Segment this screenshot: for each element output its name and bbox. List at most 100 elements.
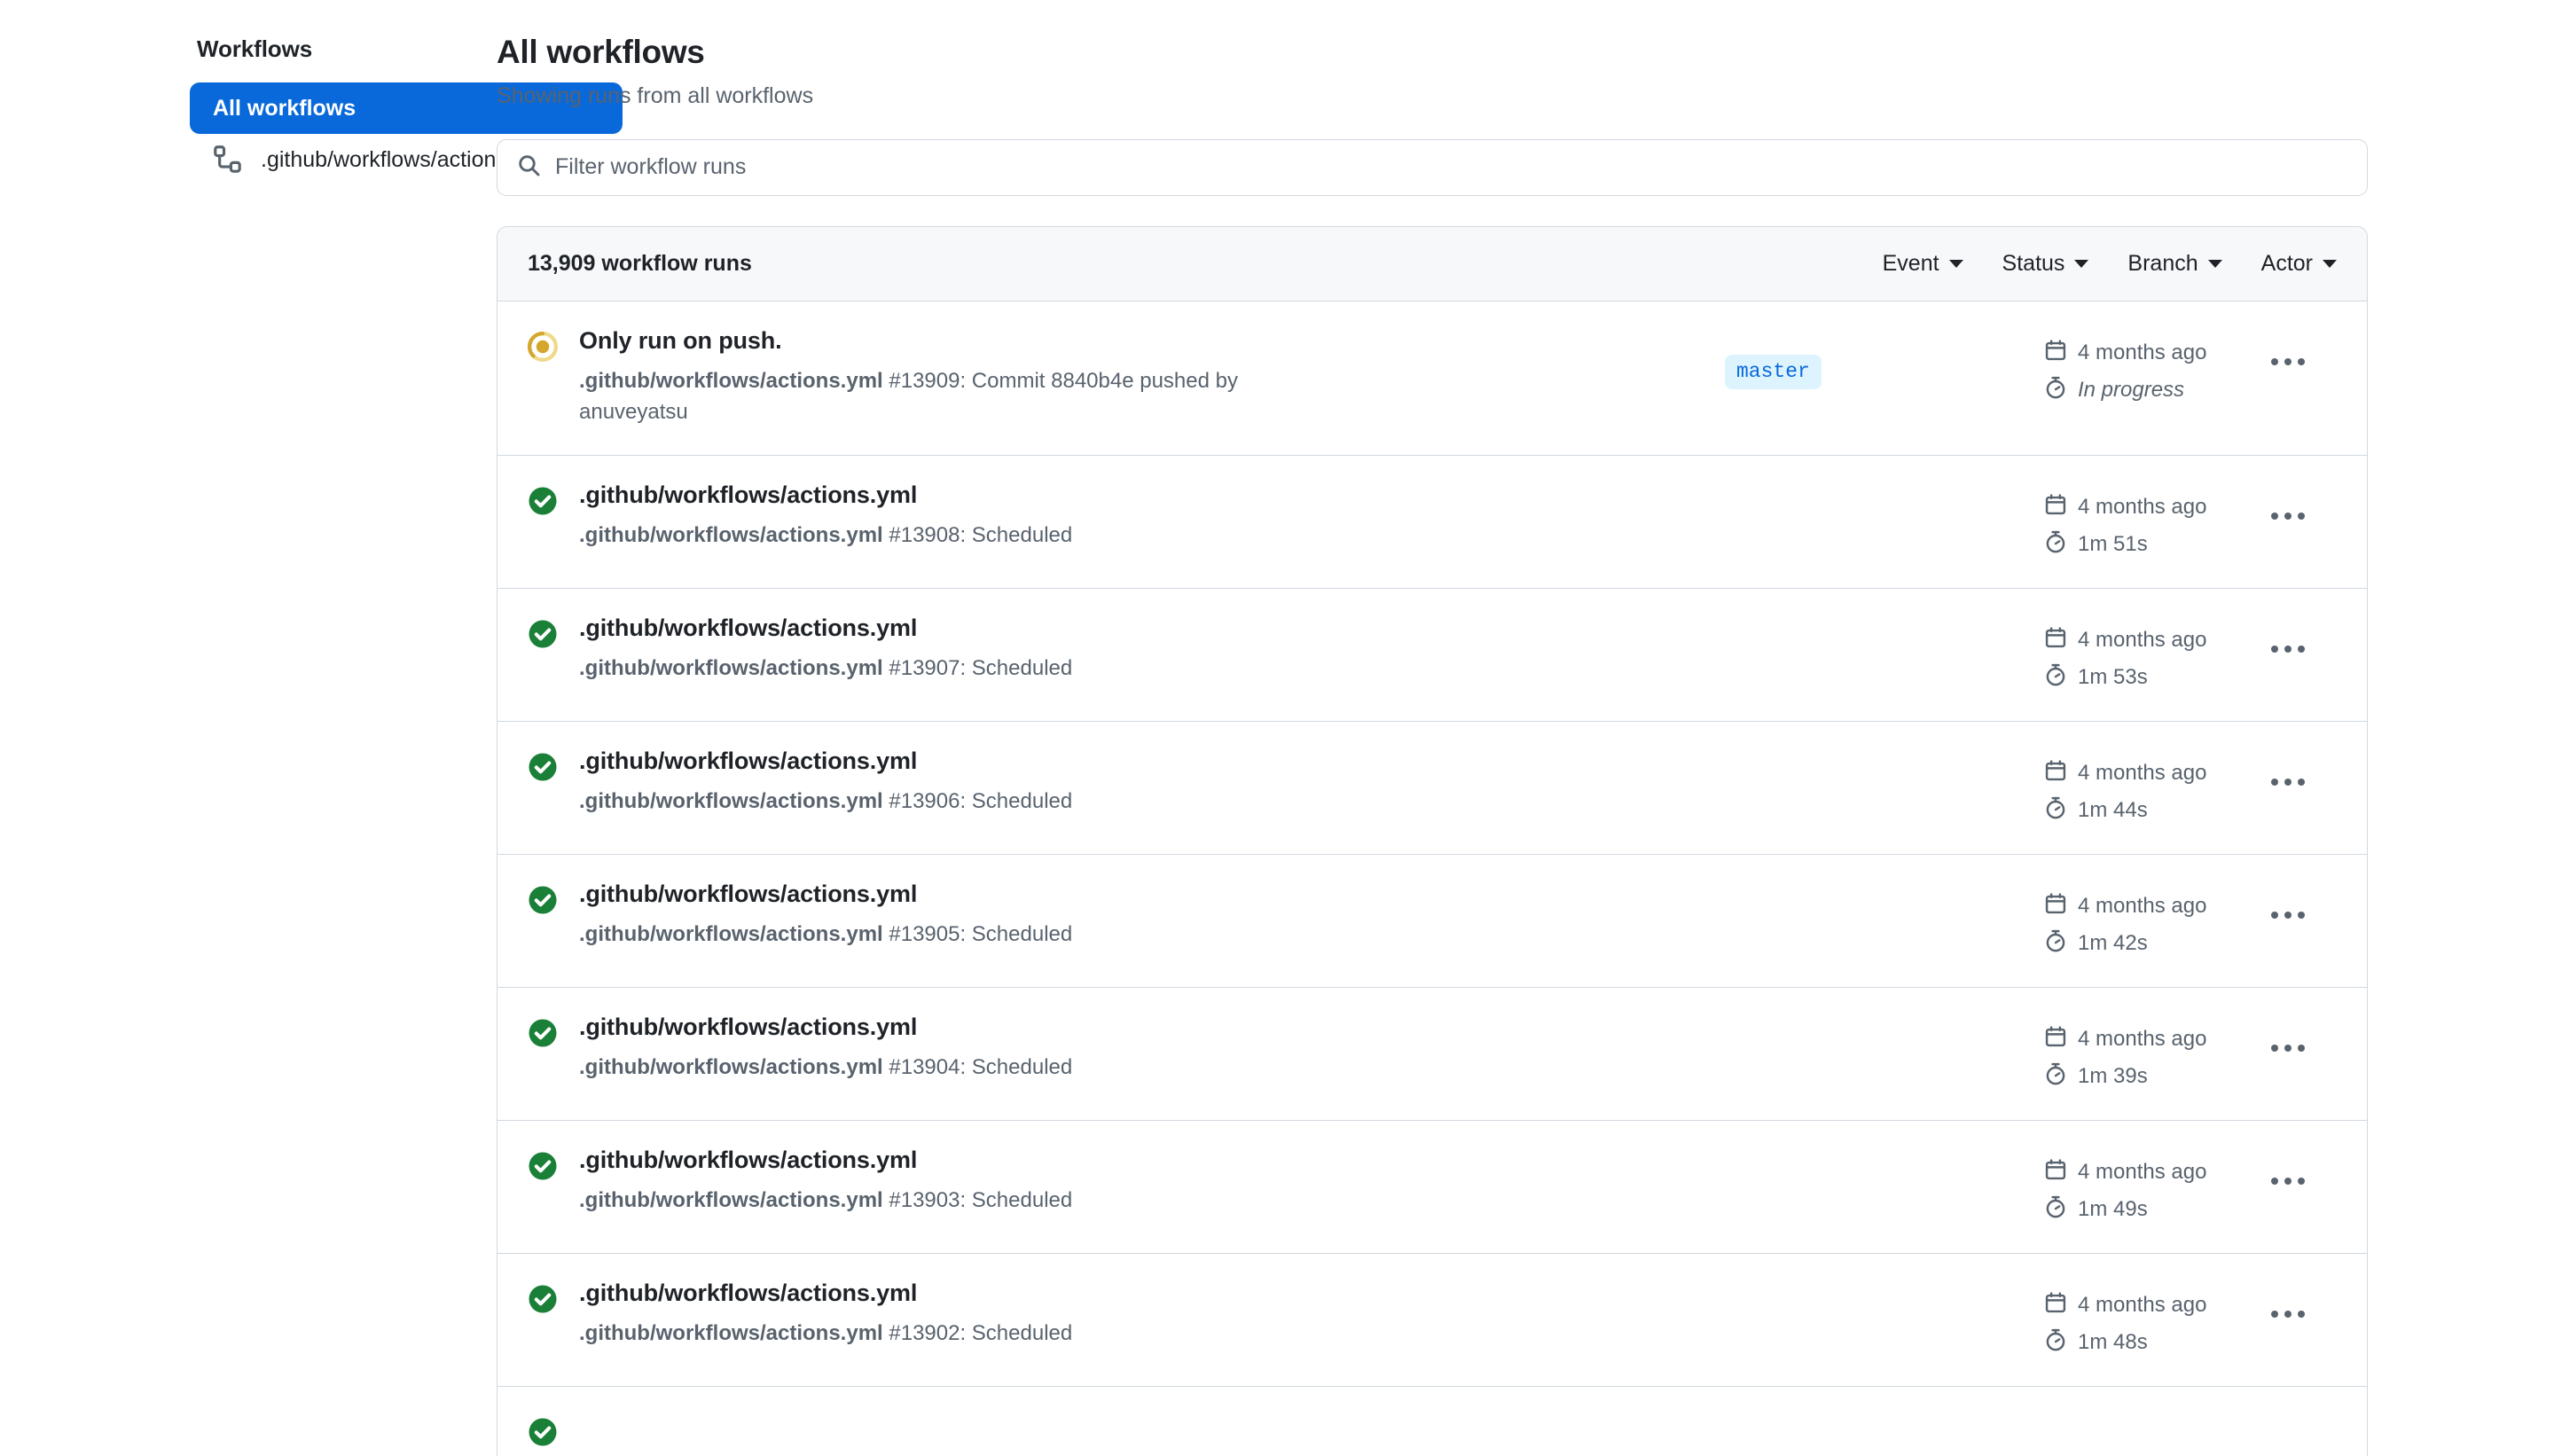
check-circle-icon [528,619,558,654]
filter-actor-button[interactable]: Actor [2261,251,2337,277]
workflow-run-row[interactable]: .github/workflows/actions.yml .github/wor… [497,721,2367,855]
workflow-run-row[interactable]: .github/workflows/actions.yml .github/wor… [497,1120,2367,1254]
run-duration: 1m 48s [2044,1328,2239,1358]
run-duration: 1m 53s [2044,663,2239,693]
calendar-icon [2044,1291,2067,1320]
check-circle-icon [528,1284,558,1319]
branch-badge[interactable]: master [1725,354,1821,390]
run-subtitle: .github/workflows/actions.yml #13909: Co… [579,366,1289,428]
run-subtitle: .github/workflows/actions.yml #13908: Sc… [579,521,1289,552]
chevron-down-icon [2207,259,2222,268]
workflows-sidebar: Workflows All workflows .github/workflows… [0,0,623,185]
run-workflow-path: .github/workflows/actions.yml [579,1320,883,1345]
run-subtitle: .github/workflows/actions.yml #13904: Sc… [579,1053,1289,1084]
filter-status-button[interactable]: Status [2002,251,2089,277]
run-title-link[interactable]: .github/workflows/actions.yml [579,1146,1698,1174]
runs-count: 13,909 workflow runs [528,250,752,276]
run-main: .github/workflows/actions.yml .github/wor… [579,614,1725,685]
check-circle-icon [528,1018,558,1053]
run-meta: 4 months ago 1m 51s [2044,481,2239,560]
run-more-options-button[interactable] [2266,770,2310,795]
search-input[interactable] [555,139,2347,195]
run-more-options-button[interactable] [2266,1169,2310,1194]
stopwatch-icon [2044,1062,2067,1092]
run-duration-text: 1m 42s [2078,931,2148,956]
run-branch-cell: master [1725,326,2044,390]
run-workflow-path: .github/workflows/actions.yml [579,368,883,393]
stopwatch-icon [2044,376,2067,405]
run-duration-text: 1m 39s [2078,1064,2148,1089]
run-more-options-button[interactable] [2266,1036,2310,1061]
run-branch-cell [1725,1412,2044,1440]
run-more-options-button[interactable] [2266,637,2310,661]
run-title-link[interactable]: .github/workflows/actions.yml [579,481,1698,509]
runs-filter-group: Event Status Branch Actor [1883,251,2337,277]
runs-list: Only run on push. .github/workflows/actio… [497,301,2367,1456]
workflow-run-row[interactable] [497,1386,2367,1456]
filter-event-button[interactable]: Event [1883,251,1963,277]
run-main: Only run on push. .github/workflows/actio… [579,326,1725,428]
filter-label: Branch [2127,250,2198,276]
run-age-text: 4 months ago [2078,341,2207,365]
run-duration-text: 1m 48s [2078,1330,2148,1355]
calendar-icon [2044,493,2067,522]
run-actions [2239,1146,2337,1194]
run-more-options-button[interactable] [2266,349,2310,374]
run-title-link[interactable]: Only run on push. [579,326,1698,355]
sidebar-heading: Workflows [197,35,313,62]
workflow-run-row[interactable]: .github/workflows/actions.yml .github/wor… [497,455,2367,589]
check-circle-icon [528,1151,558,1186]
chevron-down-icon [1948,259,1963,268]
run-age-text: 4 months ago [2078,1160,2207,1185]
run-more-options-button[interactable] [2266,504,2310,528]
run-subtitle-detail: #13907: Scheduled [882,655,1073,680]
in-progress-dot-icon [528,331,558,366]
stopwatch-icon [2044,1195,2067,1225]
run-subtitle-detail: #13908: Scheduled [882,522,1073,547]
run-title-link[interactable]: .github/workflows/actions.yml [579,1013,1698,1041]
run-age: 4 months ago [2044,339,2239,368]
run-age: 4 months ago [2044,493,2239,522]
run-actions [2239,1412,2337,1435]
run-actions [2239,1013,2337,1061]
run-title-link[interactable]: .github/workflows/actions.yml [579,614,1698,642]
run-main: .github/workflows/actions.yml .github/wor… [579,1146,1725,1217]
page-title: All workflows [497,34,705,70]
run-title-link[interactable]: .github/workflows/actions.yml [579,1279,1698,1307]
search-box[interactable] [497,138,2368,196]
run-workflow-path: .github/workflows/actions.yml [579,1187,883,1212]
run-title-link[interactable]: .github/workflows/actions.yml [579,880,1698,908]
run-main: .github/workflows/actions.yml .github/wor… [579,747,1725,818]
run-branch-cell [1725,614,2044,642]
workflow-run-row[interactable]: .github/workflows/actions.yml .github/wor… [497,854,2367,988]
run-branch-cell [1725,1013,2044,1041]
run-branch-cell [1725,880,2044,908]
run-duration-text: 1m 53s [2078,665,2148,690]
run-actions [2239,481,2337,528]
run-main: .github/workflows/actions.yml .github/wor… [579,1279,1725,1350]
run-actions [2239,880,2337,928]
run-subtitle: .github/workflows/actions.yml #13905: Sc… [579,920,1289,951]
run-subtitle-detail: #13905: Scheduled [882,921,1073,946]
calendar-icon [2044,759,2067,788]
workflow-run-row[interactable]: .github/workflows/actions.yml .github/wor… [497,588,2367,722]
run-meta: 4 months ago 1m 42s [2044,880,2239,959]
run-duration-text: 1m 51s [2078,532,2148,557]
run-more-options-button[interactable] [2266,1302,2310,1327]
run-age-text: 4 months ago [2078,1293,2207,1318]
run-workflow-path: .github/workflows/actions.yml [579,921,883,946]
filter-branch-button[interactable]: Branch [2127,250,2222,277]
run-age: 4 months ago [2044,1158,2239,1187]
run-actions [2239,747,2337,795]
run-more-options-button[interactable] [2266,903,2310,928]
check-circle-icon [528,885,558,920]
workflow-run-row[interactable]: Only run on push. .github/workflows/actio… [497,301,2367,456]
run-title-link[interactable]: .github/workflows/actions.yml [579,747,1698,775]
main-content: All workflows Showing runs from all work… [497,0,2554,1456]
workflow-run-row[interactable]: .github/workflows/actions.yml .github/wor… [497,1253,2367,1387]
run-age-text: 4 months ago [2078,761,2207,786]
workflow-run-row[interactable]: .github/workflows/actions.yml .github/wor… [497,987,2367,1121]
run-subtitle-detail: #13903: Scheduled [882,1187,1073,1212]
calendar-icon [2044,1025,2067,1054]
run-workflow-path: .github/workflows/actions.yml [579,788,883,813]
